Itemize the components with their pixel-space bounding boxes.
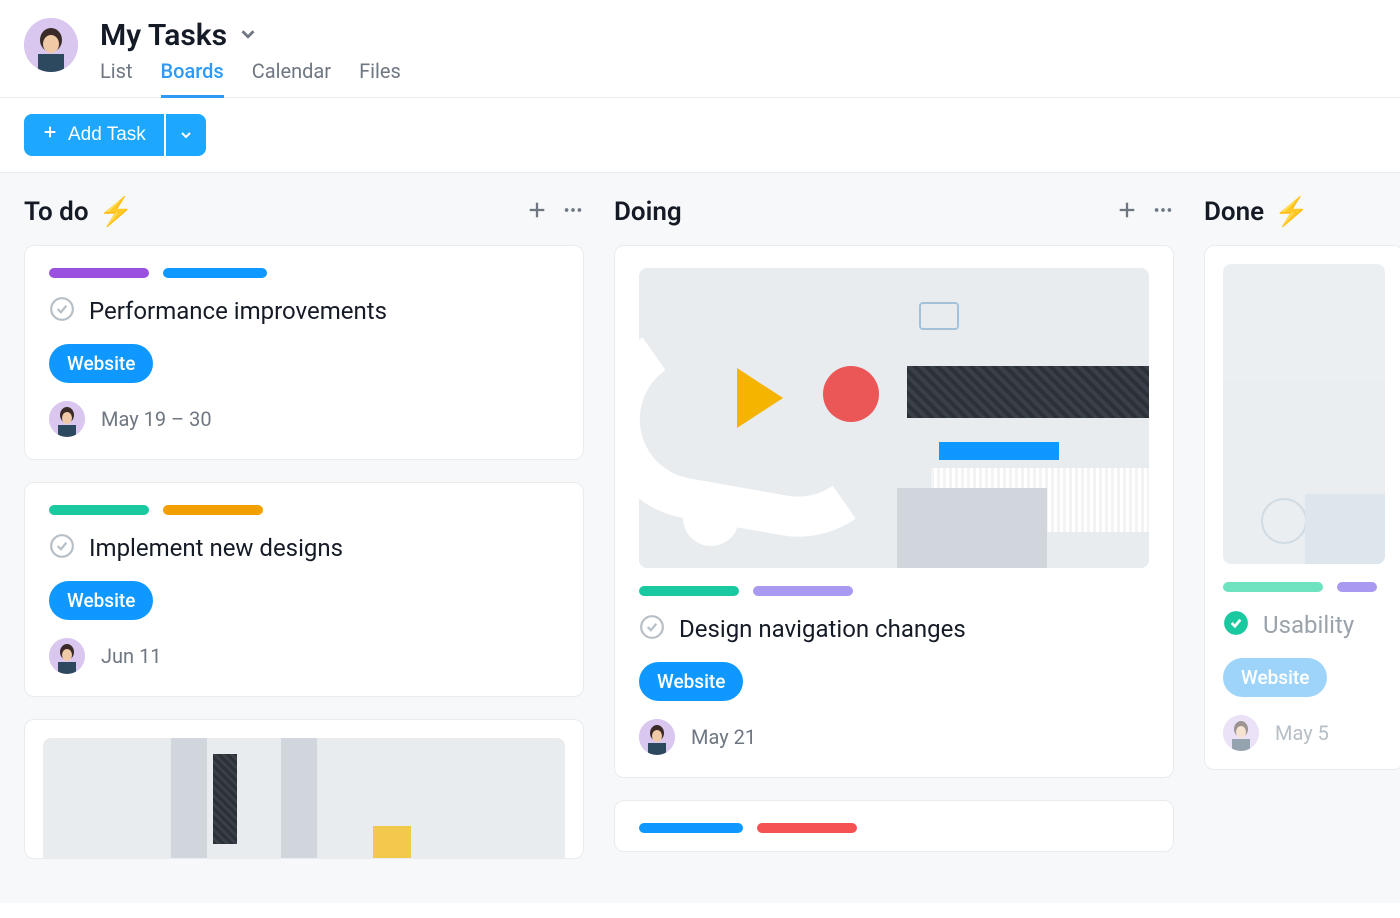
task-tag[interactable]: Website <box>49 581 153 620</box>
check-circle-icon[interactable] <box>1223 610 1249 640</box>
tab-calendar[interactable]: Calendar <box>252 59 331 97</box>
project-pill <box>753 586 853 596</box>
column-more-icon[interactable] <box>562 199 584 225</box>
check-circle-icon[interactable] <box>49 296 75 326</box>
add-task-label: Add Task <box>68 124 146 146</box>
column-done: Done ⚡ Usability Website May <box>1204 197 1400 903</box>
task-card[interactable]: Usability Website May 5 <box>1204 245 1400 770</box>
tab-boards[interactable]: Boards <box>161 59 224 97</box>
project-pill <box>757 823 857 833</box>
plus-icon <box>42 124 58 146</box>
tab-files[interactable]: Files <box>359 59 401 97</box>
task-thumbnail <box>639 268 1149 568</box>
add-task-split-button[interactable] <box>166 114 206 156</box>
bolt-icon: ⚡ <box>1274 198 1309 226</box>
task-card[interactable] <box>614 800 1174 852</box>
page-title: My Tasks <box>100 18 227 53</box>
project-pill <box>163 268 267 278</box>
task-card[interactable]: Design navigation changes Website May 21 <box>614 245 1174 778</box>
bolt-icon: ⚡ <box>99 198 134 226</box>
project-pill <box>49 268 149 278</box>
task-date: May 5 <box>1275 721 1329 745</box>
assignee-avatar[interactable] <box>49 638 85 674</box>
task-date: Jun 11 <box>101 644 162 668</box>
task-title: Design navigation changes <box>679 615 966 643</box>
project-pill <box>1223 582 1323 592</box>
column-more-icon[interactable] <box>1152 199 1174 225</box>
assignee-avatar[interactable] <box>49 401 85 437</box>
column-todo: To do ⚡ Performance improv <box>24 197 584 903</box>
project-pill <box>639 823 743 833</box>
task-date: May 19 – 30 <box>101 407 212 431</box>
board: To do ⚡ Performance improv <box>0 173 1400 903</box>
task-tag[interactable]: Website <box>639 662 743 701</box>
assignee-avatar[interactable] <box>639 719 675 755</box>
task-title: Performance improvements <box>89 297 387 325</box>
user-avatar[interactable] <box>24 18 78 72</box>
task-title: Usability <box>1263 611 1354 639</box>
check-circle-icon[interactable] <box>49 533 75 563</box>
task-date: May 21 <box>691 725 756 749</box>
column-title-label: Done <box>1204 197 1264 227</box>
tab-list[interactable]: List <box>100 59 133 97</box>
task-card[interactable]: Performance improvements Website May 19 … <box>24 245 584 460</box>
project-pill <box>1337 582 1377 592</box>
tabs: List Boards Calendar Files <box>100 59 401 97</box>
header: My Tasks List Boards Calendar Files <box>0 0 1400 98</box>
task-card[interactable] <box>24 719 584 859</box>
task-thumbnail <box>1223 264 1385 564</box>
project-pill <box>49 505 149 515</box>
project-pill <box>163 505 263 515</box>
chevron-down-icon[interactable] <box>237 23 259 49</box>
add-task-button[interactable]: Add Task <box>24 114 164 156</box>
task-card[interactable]: Implement new designs Website Jun 11 <box>24 482 584 697</box>
column-add-icon[interactable] <box>1116 199 1138 225</box>
column-doing: Doing <box>614 197 1174 903</box>
assignee-avatar[interactable] <box>1223 715 1259 751</box>
toolbar: Add Task <box>0 98 1400 173</box>
check-circle-icon[interactable] <box>639 614 665 644</box>
column-add-icon[interactable] <box>526 199 548 225</box>
task-tag[interactable]: Website <box>1223 658 1327 697</box>
task-title: Implement new designs <box>89 534 343 562</box>
task-tag[interactable]: Website <box>49 344 153 383</box>
project-pill <box>639 586 739 596</box>
task-thumbnail <box>43 738 565 858</box>
column-title-label: To do <box>24 197 89 227</box>
column-title-label: Doing <box>614 197 682 227</box>
